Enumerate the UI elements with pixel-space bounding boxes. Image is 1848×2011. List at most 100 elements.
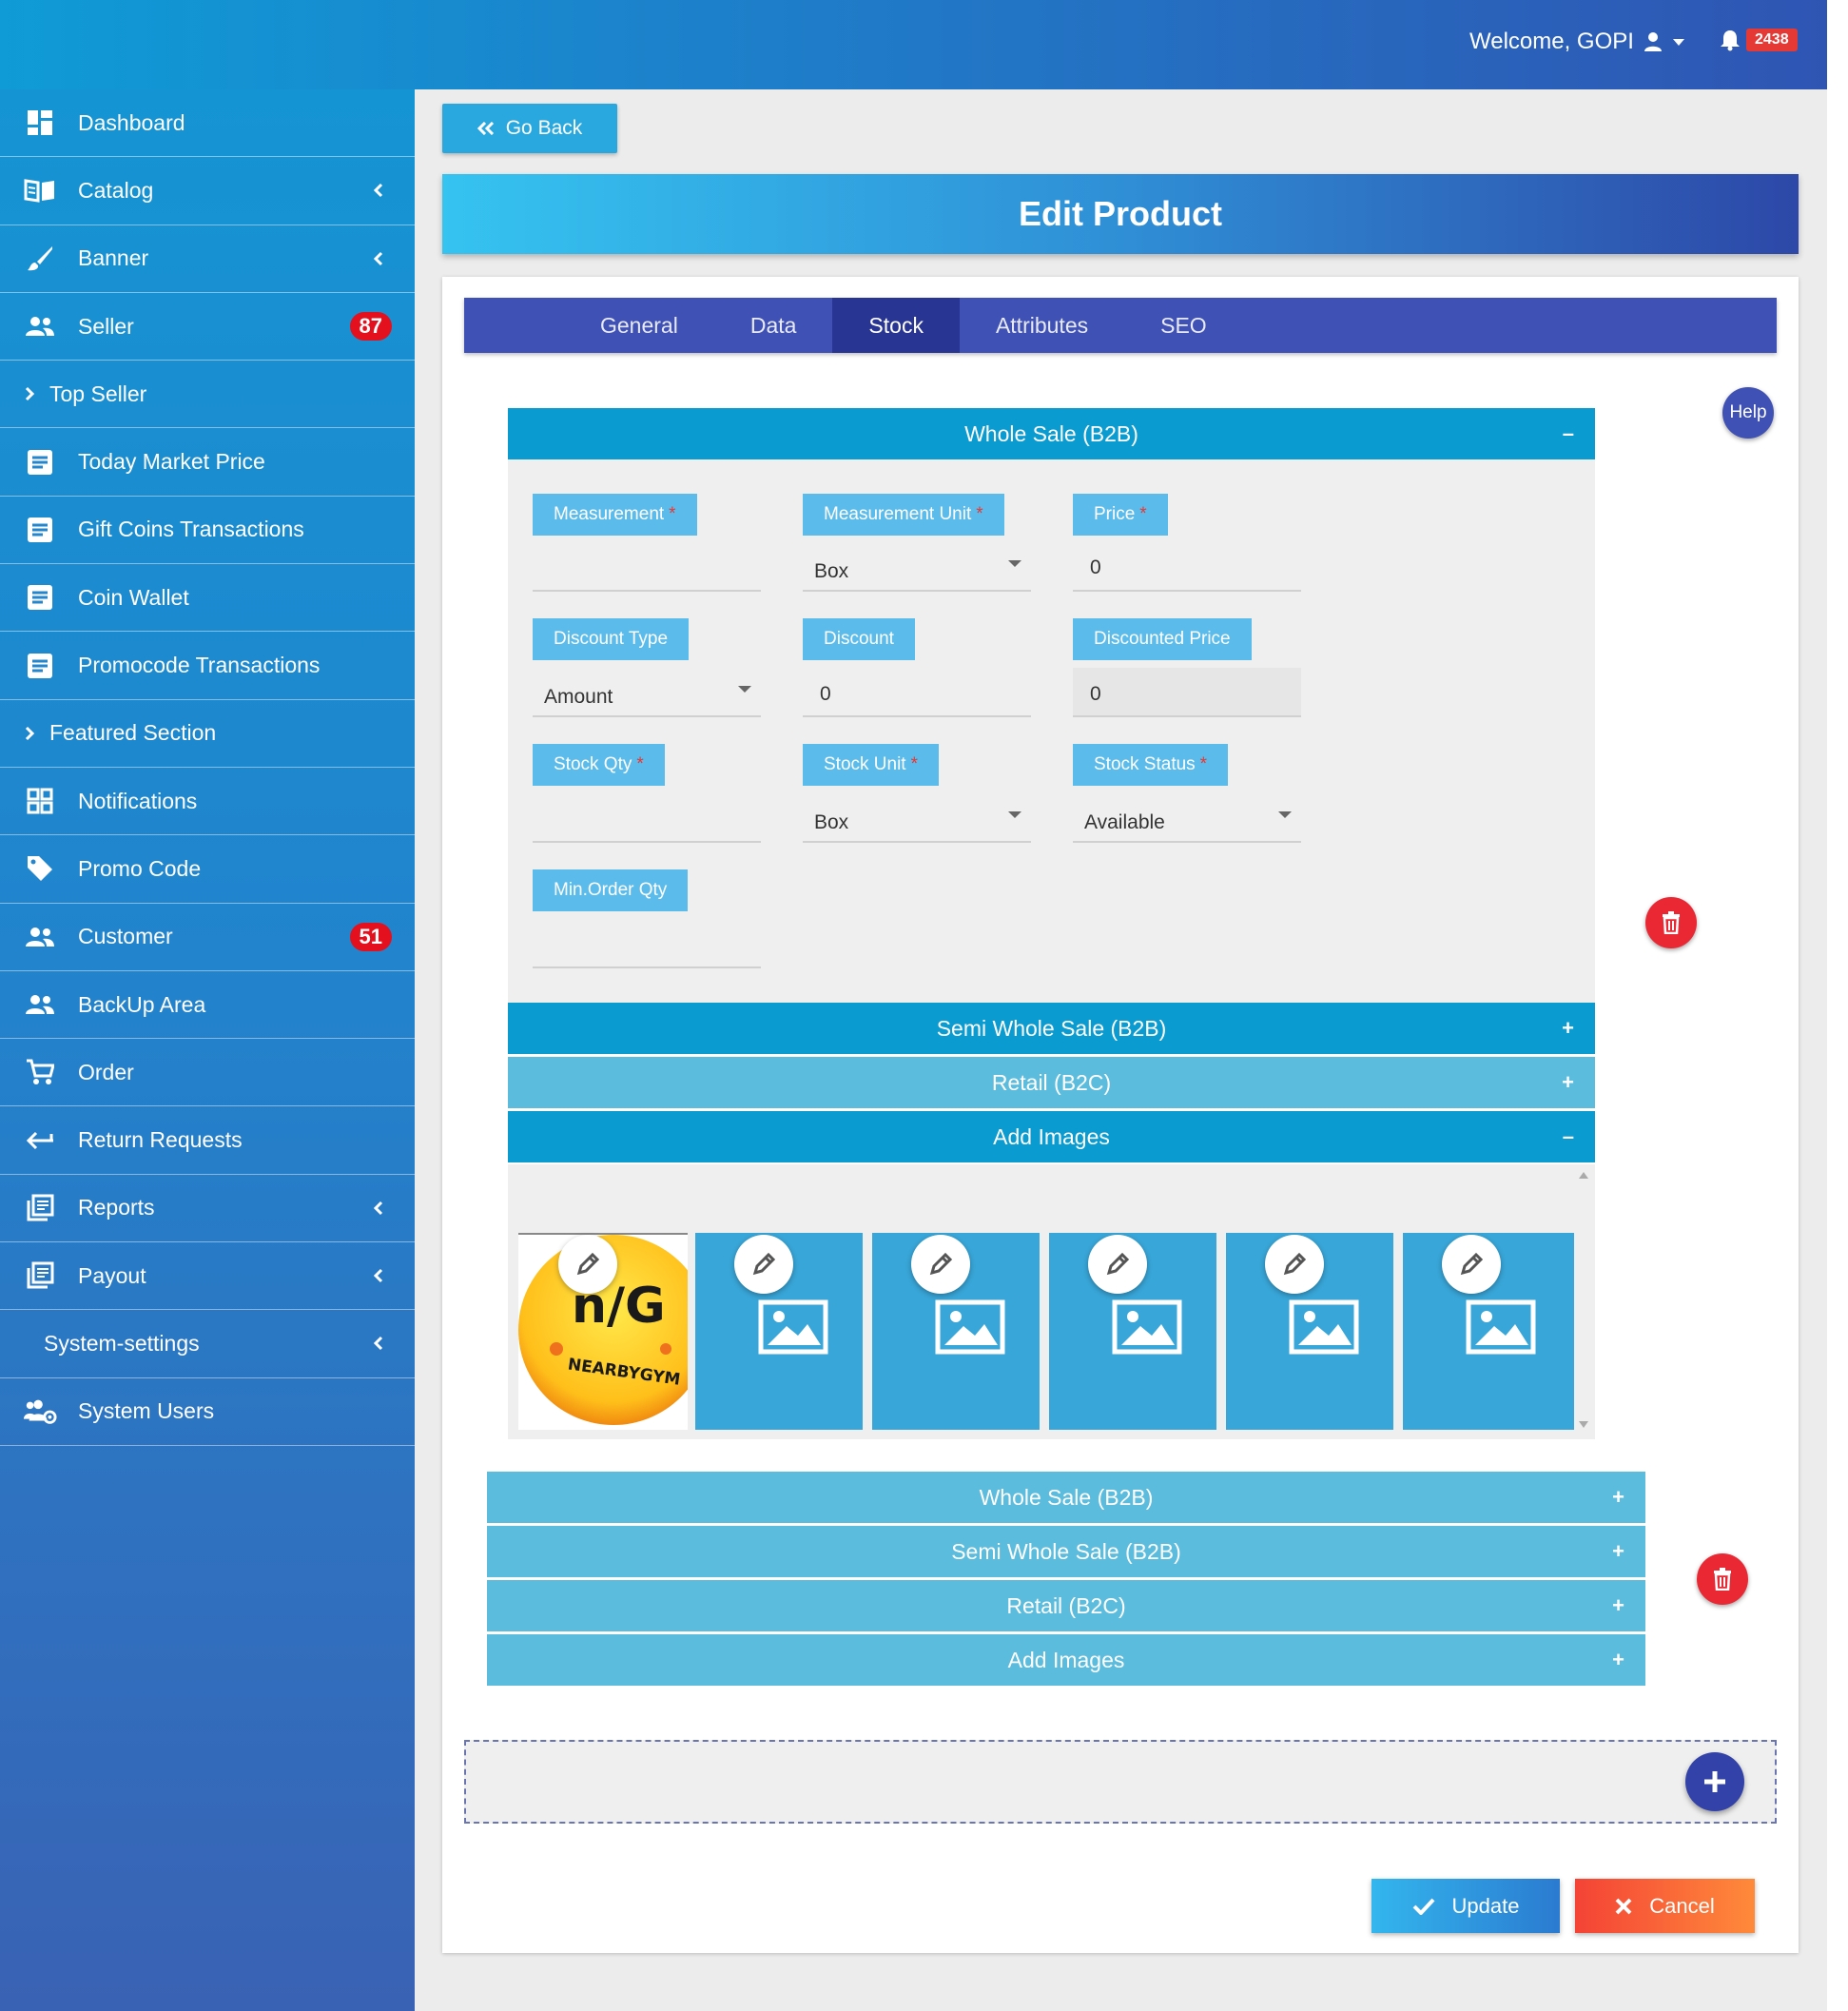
people-icon bbox=[23, 312, 57, 341]
document-icon bbox=[23, 583, 57, 612]
add-variant-button[interactable] bbox=[1685, 1752, 1744, 1811]
tab-stock[interactable]: Stock bbox=[832, 298, 960, 353]
sidebar-item-reports[interactable]: Reports bbox=[0, 1175, 415, 1243]
min-order-qty-input[interactable] bbox=[533, 966, 761, 968]
sidebar-label: Coin Wallet bbox=[78, 584, 189, 610]
scroll-down-icon[interactable] bbox=[1579, 1421, 1588, 1428]
price-label: Price * bbox=[1073, 494, 1168, 536]
sidebar-item-top-seller[interactable]: Top Seller bbox=[0, 361, 415, 429]
accordion-title: Whole Sale (B2B) bbox=[979, 1484, 1154, 1510]
chevron-left-icon bbox=[373, 184, 383, 198]
stock-unit-select[interactable]: Box bbox=[814, 811, 848, 834]
discount-type-label: Discount Type bbox=[533, 618, 690, 660]
tab-seo[interactable]: SEO bbox=[1124, 298, 1243, 353]
scroll-up-icon[interactable] bbox=[1579, 1172, 1588, 1179]
accordion-add-images-2[interactable]: Add Images + bbox=[487, 1634, 1645, 1686]
sidebar-item-banner[interactable]: Banner bbox=[0, 225, 415, 293]
sidebar-item-payout[interactable]: Payout bbox=[0, 1242, 415, 1311]
discount-input[interactable]: 0 bbox=[820, 683, 831, 706]
notifications-menu[interactable]: 2438 bbox=[1720, 29, 1798, 51]
sidebar-item-today-market-price[interactable]: Today Market Price bbox=[0, 428, 415, 497]
accordion-title: Add Images bbox=[993, 1123, 1110, 1149]
product-tabs: General Data Stock Attributes SEO bbox=[464, 298, 1777, 353]
chevron-left-icon bbox=[373, 251, 383, 265]
delete-variant-button[interactable] bbox=[1645, 897, 1697, 948]
accordion-add-images[interactable]: Add Images – bbox=[508, 1111, 1595, 1162]
accordion-wholesale[interactable]: Whole Sale (B2B) – bbox=[508, 408, 1595, 459]
edit-image-button[interactable] bbox=[558, 1235, 617, 1294]
accordion-title: Add Images bbox=[1007, 1647, 1125, 1672]
sidebar-item-featured-section[interactable]: Featured Section bbox=[0, 700, 415, 768]
customer-count-badge: 51 bbox=[349, 922, 392, 951]
edit-image-button[interactable] bbox=[734, 1235, 793, 1294]
wholesale-form: Measurement * Measurement Unit * Box Price… bbox=[508, 459, 1595, 1003]
edit-image-button[interactable] bbox=[911, 1235, 970, 1294]
sidebar-item-order[interactable]: Order bbox=[0, 1039, 415, 1107]
accordion-semi-wholesale-2[interactable]: Semi Whole Sale (B2B) + bbox=[487, 1526, 1645, 1577]
sidebar-item-system-users[interactable]: System Users bbox=[0, 1378, 415, 1446]
help-button[interactable]: Help bbox=[1722, 387, 1774, 439]
sidebar-item-return-requests[interactable]: Return Requests bbox=[0, 1106, 415, 1175]
sidebar-item-promo-code[interactable]: Promo Code bbox=[0, 835, 415, 904]
sidebar-item-catalog[interactable]: Catalog bbox=[0, 157, 415, 225]
image-icon bbox=[935, 1299, 1005, 1355]
sidebar-item-dashboard[interactable]: Dashboard bbox=[0, 89, 415, 158]
tab-general[interactable]: General bbox=[564, 298, 714, 353]
update-button[interactable]: Update bbox=[1371, 1879, 1560, 1933]
accordion-retail[interactable]: Retail (B2C) + bbox=[508, 1057, 1595, 1108]
sidebar-label: Banner bbox=[78, 245, 149, 271]
edit-image-button[interactable] bbox=[1088, 1235, 1147, 1294]
pencil-icon bbox=[1106, 1252, 1130, 1276]
caret-down-icon bbox=[1672, 39, 1684, 46]
sidebar-label: Top Seller bbox=[49, 381, 147, 406]
sidebar-item-coin-wallet[interactable]: Coin Wallet bbox=[0, 564, 415, 633]
sidebar-item-system-settings[interactable]: System-settings bbox=[0, 1310, 415, 1378]
cancel-button[interactable]: Cancel bbox=[1575, 1879, 1755, 1933]
people-icon bbox=[23, 923, 57, 951]
pencil-icon bbox=[752, 1252, 776, 1276]
edit-image-button[interactable] bbox=[1442, 1235, 1501, 1294]
edit-image-button[interactable] bbox=[1265, 1235, 1324, 1294]
sidebar-item-promocode-transactions[interactable]: Promocode Transactions bbox=[0, 632, 415, 700]
stock-qty-input[interactable] bbox=[533, 841, 761, 843]
measurement-input[interactable] bbox=[533, 590, 761, 592]
accordion-title: Retail (B2C) bbox=[991, 1069, 1112, 1095]
pencil-icon bbox=[929, 1252, 953, 1276]
sidebar-item-customer[interactable]: Customer 51 bbox=[0, 904, 415, 971]
sidebar-item-seller[interactable]: Seller 87 bbox=[0, 293, 415, 361]
dropdown-caret-icon bbox=[1278, 811, 1292, 818]
trash-icon bbox=[1663, 911, 1680, 934]
accordion-semi-wholesale[interactable]: Semi Whole Sale (B2B) + bbox=[508, 1003, 1595, 1054]
discounted-price-underline bbox=[1073, 715, 1301, 717]
library-icon bbox=[23, 1261, 57, 1290]
sidebar-label: Dashboard bbox=[78, 109, 185, 135]
accordion-wholesale-2[interactable]: Whole Sale (B2B) + bbox=[487, 1472, 1645, 1523]
delete-variant-button[interactable] bbox=[1697, 1553, 1748, 1605]
sidebar-label: Order bbox=[78, 1059, 134, 1084]
sidebar-item-gift-coins-transactions[interactable]: Gift Coins Transactions bbox=[0, 497, 415, 565]
sidebar-label: Seller bbox=[78, 313, 134, 339]
go-back-button[interactable]: Go Back bbox=[442, 104, 617, 153]
sidebar-label: Today Market Price bbox=[78, 449, 265, 475]
discount-type-select[interactable]: Amount bbox=[544, 686, 613, 709]
discount-label: Discount bbox=[803, 618, 915, 660]
discounted-price-value: 0 bbox=[1090, 683, 1101, 705]
tab-data[interactable]: Data bbox=[714, 298, 833, 353]
tab-attributes[interactable]: Attributes bbox=[960, 298, 1124, 353]
sidebar-label: Promo Code bbox=[78, 855, 202, 881]
trash-icon bbox=[1714, 1568, 1731, 1591]
close-icon bbox=[1615, 1898, 1632, 1914]
sidebar-item-notifications[interactable]: Notifications bbox=[0, 768, 415, 836]
accordion-retail-2[interactable]: Retail (B2C) + bbox=[487, 1580, 1645, 1631]
min-order-qty-label: Min.Order Qty bbox=[533, 869, 689, 911]
sidebar-label: System-settings bbox=[44, 1330, 200, 1356]
update-label: Update bbox=[1451, 1893, 1520, 1918]
welcome-text: Welcome, GOPI bbox=[1469, 29, 1634, 54]
price-input[interactable]: 0 bbox=[1090, 556, 1101, 579]
double-chevron-left-icon bbox=[477, 122, 494, 135]
bell-icon bbox=[1721, 30, 1740, 51]
sidebar-item-backup-area[interactable]: BackUp Area bbox=[0, 971, 415, 1040]
measurement-unit-select[interactable]: Box bbox=[814, 560, 848, 583]
stock-status-select[interactable]: Available bbox=[1084, 811, 1165, 834]
user-menu[interactable]: Welcome, GOPI bbox=[1469, 29, 1685, 55]
